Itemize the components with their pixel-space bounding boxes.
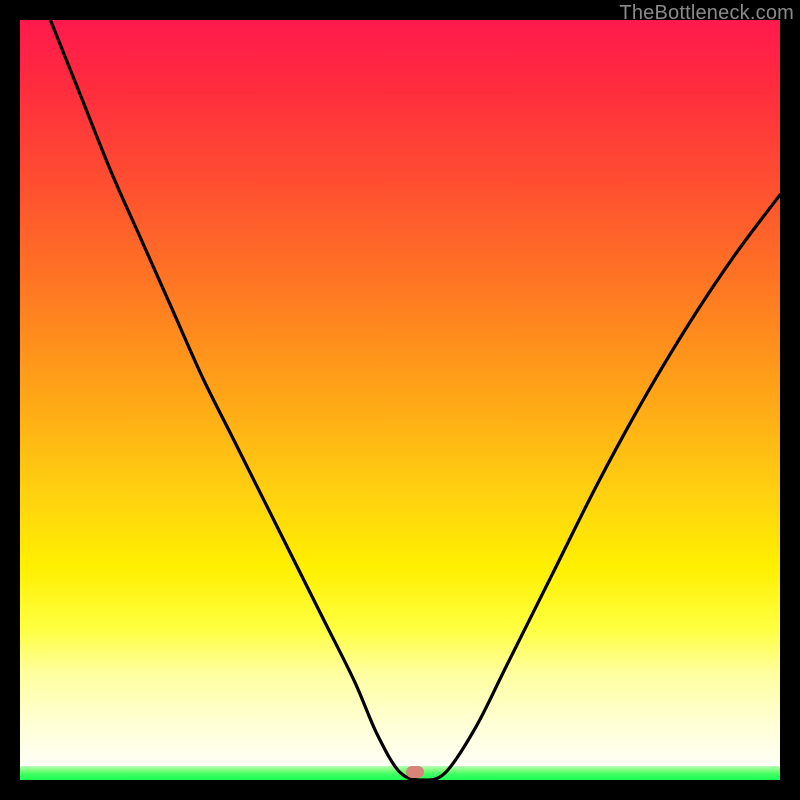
watermark-text: TheBottleneck.com [619, 2, 794, 25]
chart-plot-area [20, 20, 780, 780]
chart-frame: TheBottleneck.com [0, 0, 800, 800]
bottleneck-curve [20, 20, 780, 780]
optimum-marker [406, 766, 424, 778]
